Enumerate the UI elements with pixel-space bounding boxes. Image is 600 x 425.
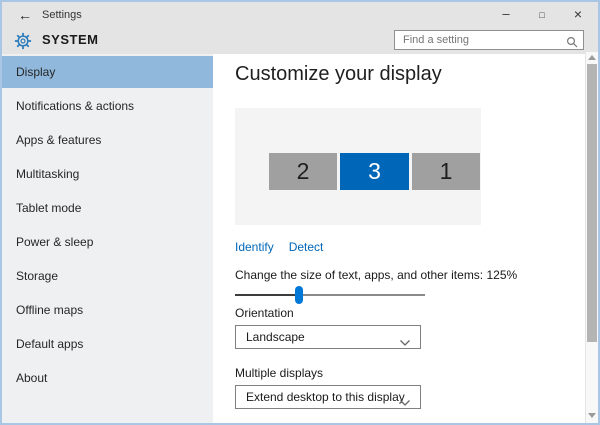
- slider-track-filled: [235, 294, 299, 296]
- scale-slider[interactable]: [235, 285, 425, 305]
- monitor-2[interactable]: 2: [269, 153, 337, 190]
- page-title: SYSTEM: [42, 28, 98, 54]
- search-input[interactable]: [395, 31, 565, 49]
- app-header: SYSTEM: [2, 28, 598, 54]
- section-heading: Customize your display: [235, 63, 442, 86]
- vertical-scrollbar[interactable]: [585, 52, 598, 423]
- multiple-displays-label: Multiple displays: [235, 366, 323, 380]
- minimize-icon: –: [502, 6, 509, 21]
- sidebar: Display Notifications & actions Apps & f…: [2, 54, 213, 423]
- sidebar-item-tablet-mode[interactable]: Tablet mode: [2, 192, 213, 224]
- chevron-down-icon: [399, 394, 411, 412]
- chevron-down-icon: [399, 334, 411, 352]
- top-chrome: ← Settings – □ ×: [2, 2, 598, 54]
- search-box: [394, 30, 584, 50]
- scale-slider-label: Change the size of text, apps, and other…: [235, 268, 517, 282]
- slider-track-empty: [299, 294, 425, 296]
- orientation-label: Orientation: [235, 306, 294, 320]
- slider-thumb[interactable]: [295, 286, 303, 304]
- sidebar-item-offline-maps[interactable]: Offline maps: [2, 294, 213, 326]
- sidebar-item-apps-features[interactable]: Apps & features: [2, 124, 213, 156]
- sidebar-item-storage[interactable]: Storage: [2, 260, 213, 292]
- sidebar-item-default-apps[interactable]: Default apps: [2, 328, 213, 360]
- identify-link[interactable]: Identify: [235, 240, 274, 254]
- maximize-button[interactable]: □: [524, 2, 560, 28]
- sidebar-item-multitasking[interactable]: Multitasking: [2, 158, 213, 190]
- multiple-displays-dropdown[interactable]: Extend desktop to this display: [235, 385, 421, 409]
- window-controls: – □ ×: [488, 2, 596, 28]
- back-icon: ←: [18, 7, 32, 23]
- minimize-button[interactable]: –: [488, 2, 524, 28]
- title-bar: ← Settings – □ ×: [2, 2, 598, 28]
- scroll-up-icon[interactable]: [586, 52, 598, 64]
- detect-link[interactable]: Detect: [289, 240, 324, 254]
- monitor-arrangement-panel: 2 3 1: [235, 108, 481, 225]
- scrollbar-thumb[interactable]: [587, 64, 597, 342]
- monitor-1[interactable]: 1: [412, 153, 480, 190]
- sidebar-item-display[interactable]: Display: [2, 56, 213, 88]
- scroll-down-icon[interactable]: [586, 409, 598, 421]
- monitor-links: Identify Detect: [235, 240, 323, 254]
- search-icon[interactable]: [566, 35, 578, 53]
- back-button[interactable]: ←: [12, 5, 38, 25]
- sidebar-item-about[interactable]: About: [2, 362, 213, 394]
- maximize-icon: □: [539, 10, 544, 20]
- multiple-displays-value: Extend desktop to this display: [246, 386, 405, 408]
- monitor-3[interactable]: 3: [340, 153, 409, 190]
- display-settings-panel: Customize your display 2 3 1 Identify De…: [213, 54, 598, 423]
- sidebar-item-notifications[interactable]: Notifications & actions: [2, 90, 213, 122]
- close-button[interactable]: ×: [560, 2, 596, 28]
- close-icon: ×: [574, 6, 582, 22]
- settings-window: ← Settings – □ ×: [0, 0, 600, 425]
- orientation-dropdown[interactable]: Landscape: [235, 325, 421, 349]
- gear-icon: [14, 32, 32, 55]
- orientation-value: Landscape: [246, 326, 305, 348]
- monitor-row: 2 3 1: [269, 153, 480, 190]
- window-title: Settings: [42, 2, 82, 28]
- sidebar-item-power-sleep[interactable]: Power & sleep: [2, 226, 213, 258]
